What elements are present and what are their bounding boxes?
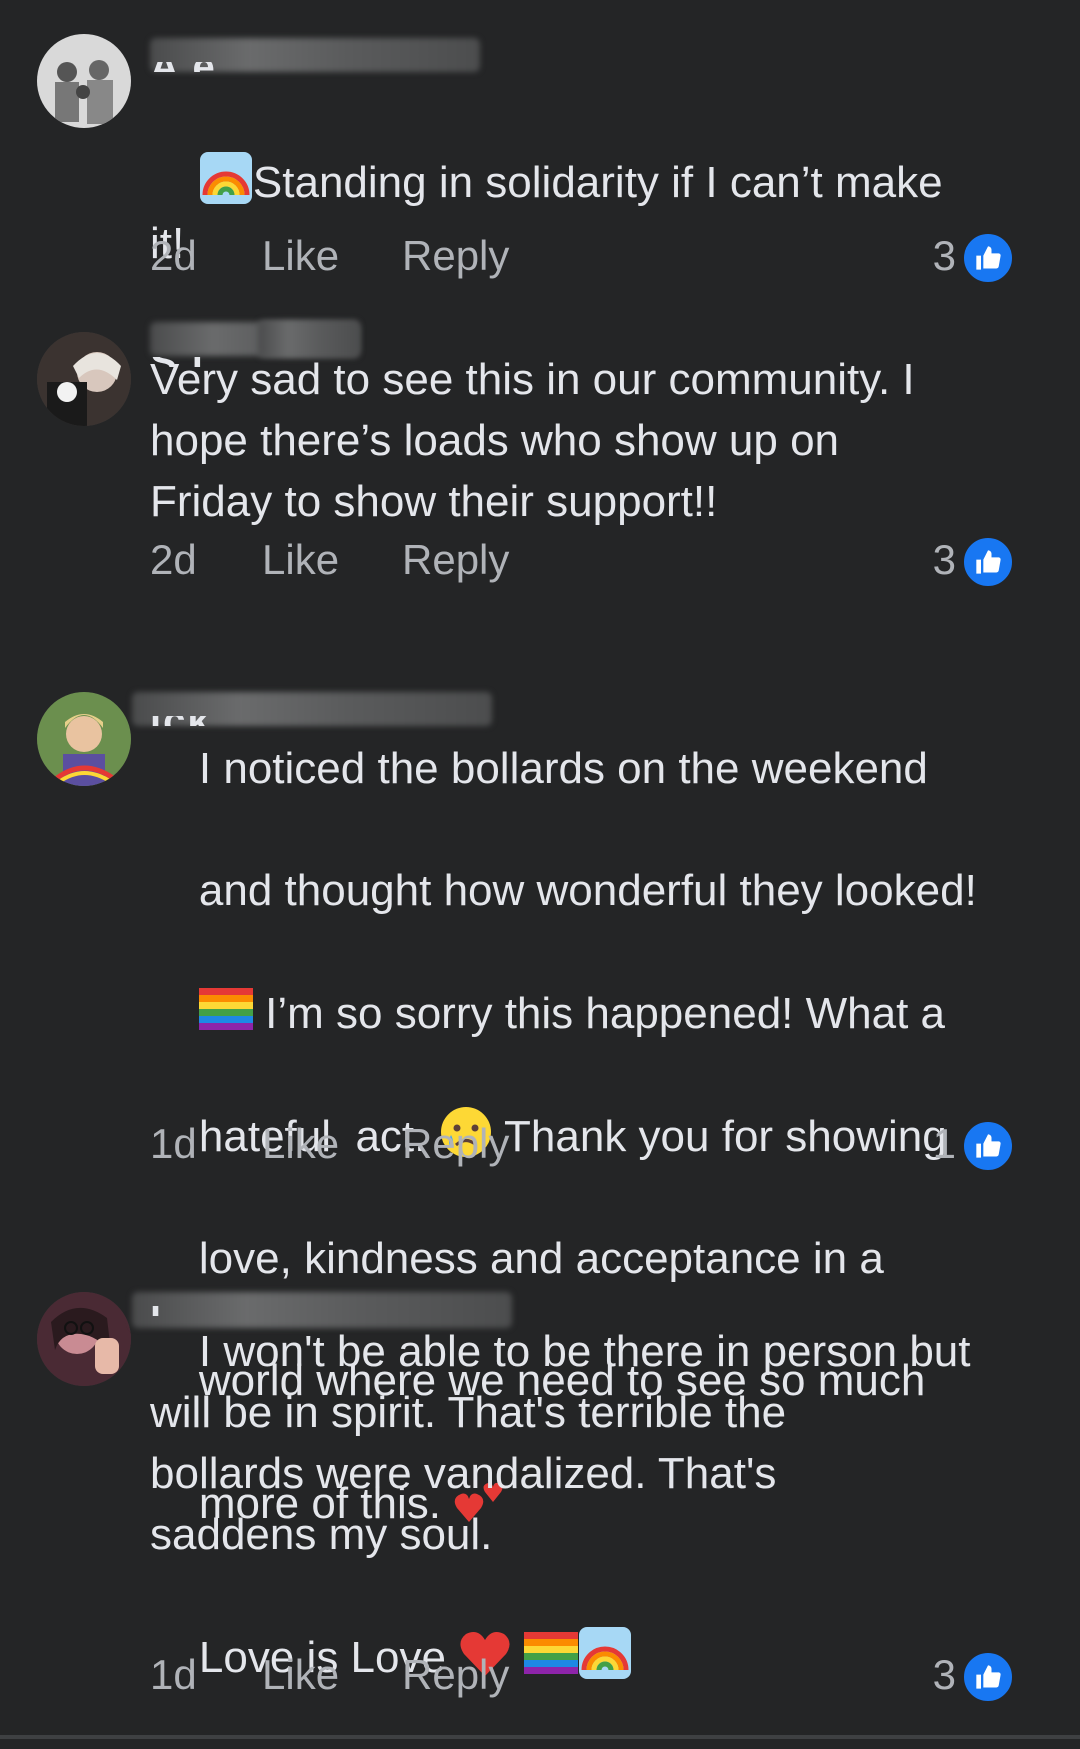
like-button[interactable]: Like xyxy=(262,231,339,281)
divider xyxy=(0,1735,1080,1739)
thumbs-up-icon[interactable] xyxy=(962,232,1014,284)
reaction-count[interactable]: 3 xyxy=(933,231,956,281)
avatar[interactable] xyxy=(37,332,131,426)
comment-text: Standing in solidarity if I can’t make it… xyxy=(150,90,1020,335)
timestamp[interactable]: 1d xyxy=(150,1650,197,1700)
comment-3: ick I noticed the bollards on the weeken… xyxy=(0,660,1080,1528)
reply-button[interactable]: Reply xyxy=(402,535,509,585)
comment-4: l I won't be able to be there in person … xyxy=(0,1280,1080,1739)
pride-flag-emoji xyxy=(198,982,253,1036)
avatar[interactable] xyxy=(37,692,131,786)
reply-button[interactable]: Reply xyxy=(402,1119,509,1169)
reaction-count[interactable]: 3 xyxy=(933,1650,956,1700)
comment-actions: 2d Like Reply 3 xyxy=(150,535,1050,588)
thumbs-up-icon[interactable] xyxy=(962,1651,1014,1703)
timestamp[interactable]: 1d xyxy=(150,1119,197,1169)
timestamp[interactable]: 2d xyxy=(150,535,197,585)
comment-actions: 1d Like Reply 3 xyxy=(150,1650,1050,1703)
like-button[interactable]: Like xyxy=(262,535,339,585)
author-name-partial: A e xyxy=(150,62,480,72)
like-button[interactable]: Like xyxy=(262,1650,339,1700)
comment-text: Very sad to see this in our community. I… xyxy=(150,355,915,526)
reaction-count[interactable]: 3 xyxy=(933,535,956,585)
reply-button[interactable]: Reply xyxy=(402,231,509,281)
timestamp[interactable]: 2d xyxy=(150,231,197,281)
like-button[interactable]: Like xyxy=(262,1119,339,1169)
rainbow-emoji xyxy=(199,151,253,205)
comment-actions: 2d Like Reply 3 xyxy=(150,231,1050,284)
avatar[interactable] xyxy=(37,34,131,128)
comment-actions: 1d Like Reply 1 xyxy=(150,1119,1050,1172)
avatar[interactable] xyxy=(37,1292,131,1386)
reaction-count[interactable]: 1 xyxy=(933,1119,956,1169)
thumbs-up-icon[interactable] xyxy=(962,1120,1014,1172)
reply-button[interactable]: Reply xyxy=(402,1650,509,1700)
comment-2: S ı Very sad to see this in our communit… xyxy=(0,300,1080,660)
thumbs-up-icon[interactable] xyxy=(962,536,1014,588)
comment-1: A e Standing in solidarity if I can’t ma… xyxy=(0,0,1080,300)
